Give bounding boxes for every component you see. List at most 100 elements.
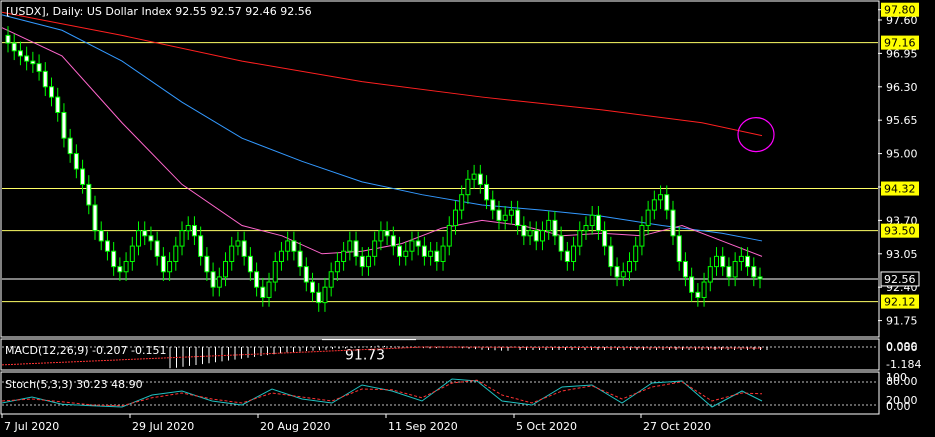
price-tag-label: 92.12 bbox=[884, 296, 916, 309]
candle-body bbox=[508, 209, 514, 216]
candle-body bbox=[278, 250, 284, 262]
price-tag-1: 97.16 bbox=[881, 35, 919, 50]
price-tag-5: 92.12 bbox=[881, 294, 919, 309]
candle-body bbox=[372, 240, 378, 257]
candle-body bbox=[17, 50, 23, 57]
macd-label: MACD(12,26,9) -0.207 -0.151 bbox=[5, 344, 166, 357]
candle-body bbox=[297, 250, 303, 268]
candle-body bbox=[42, 70, 48, 88]
candle-body bbox=[328, 271, 334, 288]
candle-body bbox=[223, 260, 229, 278]
candle-body bbox=[533, 230, 539, 242]
candle-body bbox=[24, 55, 30, 62]
candle-body bbox=[36, 63, 42, 72]
candle-body bbox=[334, 260, 340, 273]
y-tick-label: 91.75 bbox=[886, 315, 918, 328]
candle-body bbox=[639, 225, 645, 247]
candle-body bbox=[67, 137, 73, 155]
candle-body bbox=[757, 276, 763, 280]
candle-body bbox=[216, 276, 222, 288]
candle-body bbox=[111, 250, 117, 268]
candle-body bbox=[229, 245, 235, 262]
candle-body bbox=[695, 291, 701, 298]
candle-body bbox=[123, 260, 129, 273]
x-tick-label: 20 Aug 2020 bbox=[260, 420, 330, 433]
candle-body bbox=[583, 225, 589, 232]
candle-body bbox=[626, 260, 632, 273]
candle-body bbox=[446, 225, 452, 247]
candle-body bbox=[136, 230, 142, 247]
candle-body bbox=[614, 266, 620, 278]
candle-body bbox=[61, 111, 67, 139]
price-tag-0: 97.80 bbox=[881, 2, 919, 17]
candle-body bbox=[452, 209, 458, 227]
candle-body bbox=[303, 266, 309, 283]
candle-body bbox=[645, 209, 651, 227]
x-tick-label: 11 Sep 2020 bbox=[388, 420, 458, 433]
candle-body bbox=[471, 173, 477, 180]
candle-body bbox=[490, 199, 496, 211]
candle-body bbox=[726, 266, 732, 278]
candle-body bbox=[49, 86, 55, 98]
x-tick-label: 5 Oct 2020 bbox=[516, 420, 577, 433]
candle-body bbox=[241, 240, 247, 257]
candle-body bbox=[589, 214, 595, 227]
candle-body bbox=[515, 209, 521, 227]
candle-body bbox=[179, 230, 185, 247]
candle-body bbox=[247, 255, 253, 273]
symbol-header: [USDX], Daily: US Dollar Index 92.55 92.… bbox=[6, 5, 312, 18]
candle-body bbox=[539, 230, 545, 242]
price-tag-2: 94.32 bbox=[881, 181, 919, 196]
candle-body bbox=[527, 230, 533, 237]
candle-body bbox=[210, 271, 216, 288]
candle-body bbox=[266, 281, 272, 298]
price-tag-4: 92.56 bbox=[880, 271, 920, 287]
macd-axis-label-2: -1.184 bbox=[886, 358, 921, 371]
candle-body bbox=[353, 240, 359, 257]
candle-body bbox=[198, 235, 204, 257]
candle-body bbox=[160, 255, 166, 273]
y-tick-label: 95.00 bbox=[886, 148, 918, 161]
candle-body bbox=[738, 255, 744, 262]
candle-body bbox=[664, 194, 670, 211]
price-chart[interactable]: 91.73 [USDX], Daily: US Dollar Index 92.… bbox=[0, 0, 935, 437]
candle-body bbox=[104, 240, 110, 252]
candle-body bbox=[707, 266, 713, 283]
y-tick-label: 96.30 bbox=[886, 81, 918, 94]
candle-body bbox=[459, 194, 465, 211]
candle-body bbox=[11, 42, 17, 52]
x-tick-label: 7 Jul 2020 bbox=[4, 420, 59, 433]
candle-body bbox=[117, 266, 123, 273]
candle-body bbox=[185, 225, 191, 232]
candle-body bbox=[272, 260, 278, 283]
candle-body bbox=[658, 194, 664, 201]
candle-body bbox=[341, 250, 347, 262]
candle-body bbox=[347, 240, 353, 252]
candle-body bbox=[682, 260, 688, 278]
y-tick-label: 93.05 bbox=[886, 248, 918, 261]
candle-body bbox=[92, 204, 98, 232]
candle-body bbox=[602, 230, 608, 247]
candle-body bbox=[676, 235, 682, 262]
candle-body bbox=[564, 250, 570, 262]
candle-body bbox=[701, 281, 707, 298]
candle-body bbox=[86, 183, 92, 206]
candle-body bbox=[484, 183, 490, 201]
price-tag-label: 94.32 bbox=[884, 183, 916, 196]
candle-body bbox=[577, 230, 583, 247]
candle-body bbox=[191, 225, 197, 237]
stoch-axis-label-3: 0.00 bbox=[886, 400, 911, 413]
candle-body bbox=[403, 250, 409, 257]
candle-body bbox=[745, 255, 751, 268]
candle-body bbox=[129, 245, 135, 262]
candle-body bbox=[732, 260, 738, 278]
candle-body bbox=[689, 276, 695, 293]
candle-body bbox=[713, 255, 719, 268]
candle-body bbox=[521, 225, 527, 237]
candle-body bbox=[390, 235, 396, 247]
candle-body bbox=[316, 291, 322, 304]
candle-body bbox=[751, 266, 757, 278]
candle-body bbox=[30, 60, 36, 65]
candle-body bbox=[397, 245, 403, 257]
candle-body bbox=[5, 34, 11, 44]
